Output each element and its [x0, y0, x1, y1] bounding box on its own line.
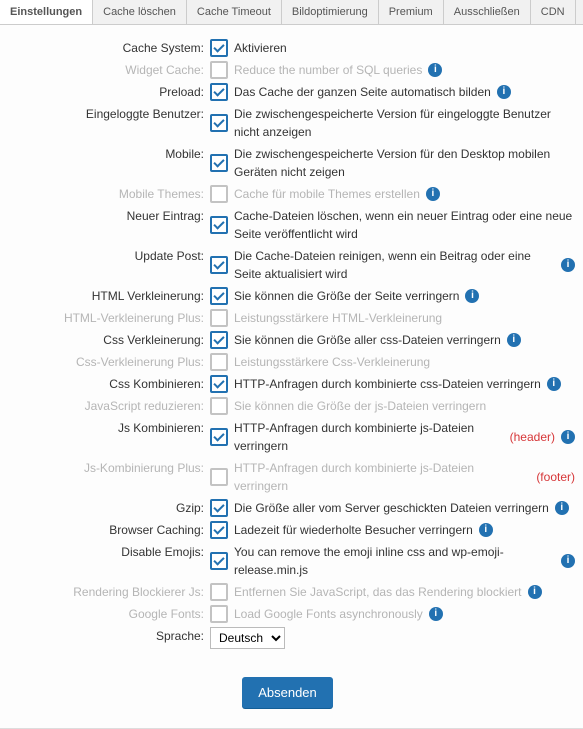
checkbox-minify-html-plus[interactable] — [210, 309, 228, 327]
label-browser-caching: Browser Caching: — [0, 521, 210, 539]
text-google-fonts: Load Google Fonts asynchronously — [234, 605, 423, 623]
info-icon[interactable]: i — [426, 187, 440, 201]
text-widget-cache: Reduce the number of SQL queries — [234, 61, 422, 79]
label-new-entry: Neuer Eintrag: — [0, 207, 210, 225]
info-icon[interactable]: i — [507, 333, 521, 347]
info-icon[interactable]: i — [561, 430, 575, 444]
tab-premium[interactable]: Premium — [379, 0, 444, 24]
tab-exclude[interactable]: Ausschließen — [444, 0, 531, 24]
checkbox-browser-caching[interactable] — [210, 521, 228, 539]
text-combine-css: HTTP-Anfragen durch kombinierte css-Date… — [234, 375, 541, 393]
language-select[interactable]: Deutsch — [210, 627, 285, 649]
submit-button[interactable]: Absenden — [242, 677, 333, 708]
label-logged-in: Eingeloggte Benutzer: — [0, 105, 210, 123]
label-minify-css-plus: Css-Verkleinerung Plus: — [0, 353, 210, 371]
text-preload: Das Cache der ganzen Seite automatisch b… — [234, 83, 491, 101]
text-minify-css: Sie können die Größe aller css-Dateien v… — [234, 331, 501, 349]
checkbox-google-fonts[interactable] — [210, 605, 228, 623]
label-combine-js-plus: Js-Kombinierung Plus: — [0, 459, 210, 477]
label-combine-js: Js Kombinieren: — [0, 419, 210, 437]
checkbox-disable-emojis[interactable] — [210, 552, 228, 570]
info-icon[interactable]: i — [429, 607, 443, 621]
checkbox-widget-cache[interactable] — [210, 61, 228, 79]
info-icon[interactable]: i — [528, 585, 542, 599]
label-mobile-themes: Mobile Themes: — [0, 185, 210, 203]
checkbox-mobile-themes[interactable] — [210, 185, 228, 203]
label-cache-system: Cache System: — [0, 39, 210, 57]
label-minify-html: HTML Verkleinerung: — [0, 287, 210, 305]
text-minify-js: Sie können die Größe der js-Dateien verr… — [234, 397, 486, 415]
info-icon[interactable]: i — [561, 258, 575, 272]
info-icon[interactable]: i — [561, 554, 575, 568]
label-update-post: Update Post: — [0, 247, 210, 265]
text-mobile: Die zwischengespeicherte Version für den… — [234, 145, 575, 181]
tag-footer: (footer) — [536, 468, 575, 486]
tab-clear-cache[interactable]: Cache löschen — [93, 0, 187, 24]
text-minify-html-plus: Leistungsstärkere HTML-Verkleinerung — [234, 309, 442, 327]
text-minify-html: Sie können die Größe der Seite verringer… — [234, 287, 459, 305]
tab-bar: Einstellungen Cache löschen Cache Timeou… — [0, 0, 583, 25]
tab-settings[interactable]: Einstellungen — [0, 0, 93, 24]
checkbox-minify-css[interactable] — [210, 331, 228, 349]
info-icon[interactable]: i — [428, 63, 442, 77]
text-new-entry: Cache-Dateien löschen, wenn ein neuer Ei… — [234, 207, 575, 243]
checkbox-update-post[interactable] — [210, 256, 228, 274]
text-logged-in: Die zwischengespeicherte Version für ein… — [234, 105, 575, 141]
label-google-fonts: Google Fonts: — [0, 605, 210, 623]
info-icon[interactable]: i — [497, 85, 511, 99]
info-icon[interactable]: i — [555, 501, 569, 515]
checkbox-minify-html[interactable] — [210, 287, 228, 305]
label-minify-css: Css Verkleinerung: — [0, 331, 210, 349]
text-combine-js: HTTP-Anfragen durch kombinierte js-Datei… — [234, 419, 504, 455]
text-gzip: Die Größe aller vom Server geschickten D… — [234, 499, 549, 517]
label-combine-css: Css Kombinieren: — [0, 375, 210, 393]
label-render-blocking-js: Rendering Blockierer Js: — [0, 583, 210, 601]
label-minify-js: JavaScript reduzieren: — [0, 397, 210, 415]
text-disable-emojis: You can remove the emoji inline css and … — [234, 543, 555, 579]
text-mobile-themes: Cache für mobile Themes erstellen — [234, 185, 420, 203]
checkbox-mobile[interactable] — [210, 154, 228, 172]
label-language: Sprache: — [0, 627, 210, 645]
text-update-post: Die Cache-Dateien reinigen, wenn ein Bei… — [234, 247, 555, 283]
text-cache-system: Aktivieren — [234, 39, 287, 57]
tab-cdn[interactable]: CDN — [531, 0, 576, 24]
checkbox-cache-system[interactable] — [210, 39, 228, 57]
checkbox-gzip[interactable] — [210, 499, 228, 517]
tab-image-optimization[interactable]: Bildoptimierung — [282, 0, 379, 24]
checkbox-minify-js[interactable] — [210, 397, 228, 415]
text-browser-caching: Ladezeit für wiederholte Besucher verrin… — [234, 521, 473, 539]
checkbox-render-blocking-js[interactable] — [210, 583, 228, 601]
checkbox-logged-in[interactable] — [210, 114, 228, 132]
text-combine-js-plus: HTTP-Anfragen durch kombinierte js-Datei… — [234, 459, 530, 495]
tab-db[interactable]: DB (30) — [576, 0, 583, 24]
checkbox-new-entry[interactable] — [210, 216, 228, 234]
info-icon[interactable]: i — [547, 377, 561, 391]
label-minify-html-plus: HTML-Verkleinerung Plus: — [0, 309, 210, 327]
label-preload: Preload: — [0, 83, 210, 101]
checkbox-preload[interactable] — [210, 83, 228, 101]
tag-header: (header) — [510, 428, 555, 446]
text-minify-css-plus: Leistungsstärkere Css-Verkleinerung — [234, 353, 430, 371]
text-render-blocking-js: Entfernen Sie JavaScript, das das Render… — [234, 583, 522, 601]
tab-cache-timeout[interactable]: Cache Timeout — [187, 0, 282, 24]
label-mobile: Mobile: — [0, 145, 210, 163]
label-widget-cache: Widget Cache: — [0, 61, 210, 79]
checkbox-combine-js-plus[interactable] — [210, 468, 228, 486]
label-gzip: Gzip: — [0, 499, 210, 517]
info-icon[interactable]: i — [465, 289, 479, 303]
checkbox-minify-css-plus[interactable] — [210, 353, 228, 371]
checkbox-combine-css[interactable] — [210, 375, 228, 393]
checkbox-combine-js[interactable] — [210, 428, 228, 446]
info-icon[interactable]: i — [479, 523, 493, 537]
